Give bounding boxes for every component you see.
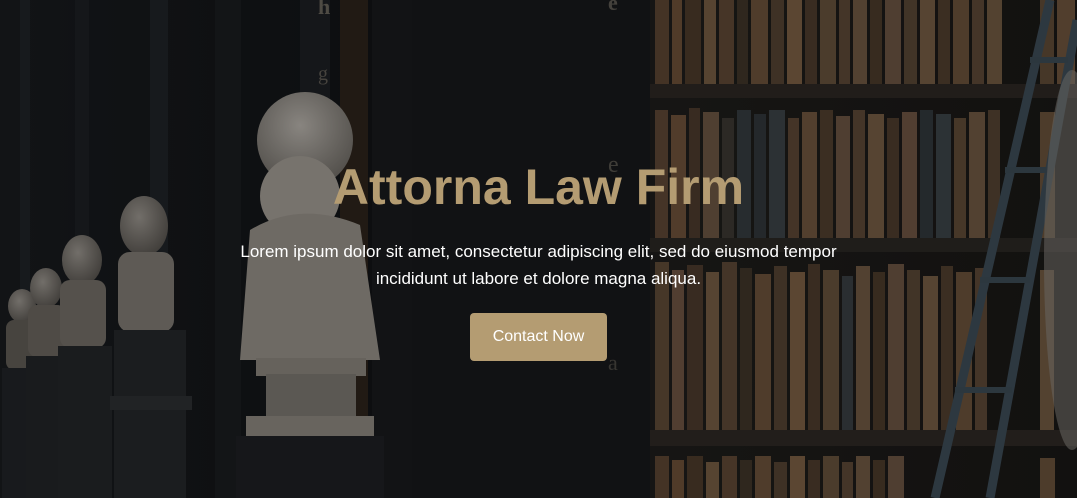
hero-section: h e g e a Attorna Law Firm Lorem ipsum d… bbox=[0, 0, 1077, 498]
hero-content: Attorna Law Firm Lorem ipsum dolor sit a… bbox=[0, 0, 1077, 498]
hero-description: Lorem ipsum dolor sit amet, consectetur … bbox=[240, 242, 837, 288]
contact-now-button[interactable]: Contact Now bbox=[470, 313, 607, 361]
hero-title: Attorna Law Firm bbox=[332, 159, 745, 215]
